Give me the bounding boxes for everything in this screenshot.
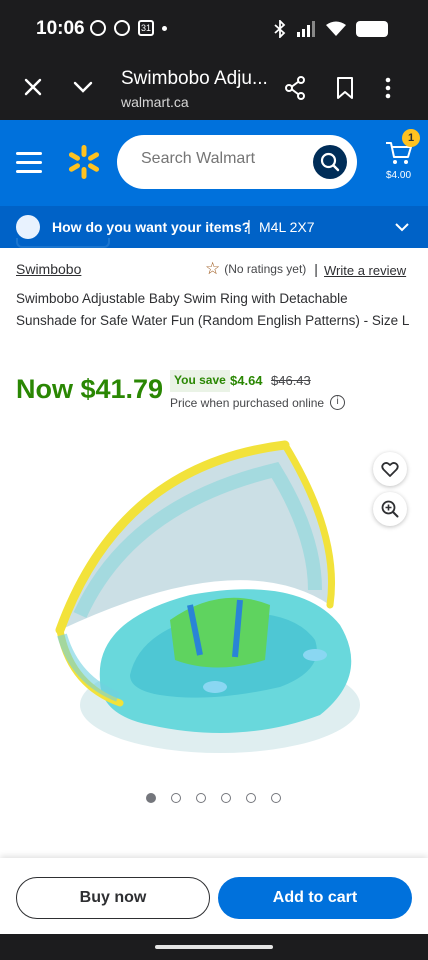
close-icon[interactable] xyxy=(22,76,44,98)
chevron-down-icon xyxy=(395,223,409,232)
bottom-action-bar: Buy now Add to cart xyxy=(0,858,428,934)
ratings-text: (No ratings yet) xyxy=(224,262,307,276)
chevron-down-icon[interactable] xyxy=(72,76,94,98)
postal-code: M4L 2X7 xyxy=(259,219,315,235)
status-time: 10:06 xyxy=(36,18,85,39)
status-bar: 10:06 31 xyxy=(0,0,428,58)
system-nav-bar xyxy=(0,934,428,960)
zoom-button[interactable] xyxy=(373,492,407,526)
share-icon[interactable] xyxy=(284,76,306,100)
wifi-icon xyxy=(326,21,346,36)
site-header: 1 $4.00 xyxy=(0,120,428,206)
rating-summary: ☆ (No ratings yet) | xyxy=(205,259,324,278)
carousel-dot[interactable] xyxy=(146,793,156,803)
carousel-dot[interactable] xyxy=(221,793,231,803)
chat-icon xyxy=(114,20,130,36)
search-icon xyxy=(320,152,340,172)
notification-icons: 31 xyxy=(90,20,167,36)
page-title[interactable]: Swimbobo Adju... xyxy=(121,68,268,90)
carousel-dot[interactable] xyxy=(196,793,206,803)
whatsapp-icon xyxy=(90,20,106,36)
rating-separator: | xyxy=(314,261,318,277)
write-review-link[interactable]: Write a review xyxy=(324,263,406,278)
signal-icon xyxy=(297,21,315,37)
battery-icon xyxy=(356,21,388,37)
brand-link[interactable]: Swimbobo xyxy=(16,261,81,277)
price-note: Price when purchased online i xyxy=(170,395,346,410)
price-note-text: Price when purchased online xyxy=(170,395,325,410)
page-url[interactable]: walmart.ca xyxy=(121,94,189,110)
zoom-in-icon xyxy=(381,500,399,518)
star-icon: ☆ xyxy=(205,259,221,278)
more-notifications-dot xyxy=(162,25,167,31)
delivery-question: How do you want your items? xyxy=(52,219,251,235)
cart-count-badge: 1 xyxy=(402,129,420,147)
search-input[interactable] xyxy=(141,150,311,168)
bluetooth-icon xyxy=(274,20,286,38)
carousel-dot[interactable] xyxy=(246,793,256,803)
product-image[interactable] xyxy=(40,425,380,780)
add-to-cart-button[interactable]: Add to cart xyxy=(218,877,412,919)
system-icons xyxy=(274,20,388,38)
buy-now-button[interactable]: Buy now xyxy=(16,877,210,919)
image-carousel-dots xyxy=(146,793,281,803)
more-options-icon[interactable] xyxy=(384,76,392,100)
delivery-icon xyxy=(16,215,40,239)
carousel-dot[interactable] xyxy=(171,793,181,803)
info-icon[interactable]: i xyxy=(330,395,346,410)
search-box[interactable] xyxy=(117,135,357,189)
browser-toolbar: Swimbobo Adju... walmart.ca xyxy=(0,58,428,120)
menu-icon[interactable] xyxy=(16,152,42,179)
heart-icon xyxy=(381,462,399,477)
delivery-separator: | xyxy=(247,218,251,235)
product-title: Swimbobo Adjustable Baby Swim Ring with … xyxy=(16,291,410,328)
walmart-spark-logo[interactable] xyxy=(66,144,102,180)
home-gesture-handle[interactable] xyxy=(155,945,273,949)
search-button[interactable] xyxy=(313,145,347,179)
carousel-dot[interactable] xyxy=(271,793,281,803)
badge-stub xyxy=(16,238,110,248)
favorite-button[interactable] xyxy=(373,452,407,486)
save-amount: $4.64 xyxy=(230,373,263,388)
cart-total: $4.00 xyxy=(386,170,412,181)
you-save-badge: You save xyxy=(170,370,230,392)
cart-button[interactable]: 1 $4.00 xyxy=(382,129,420,188)
bookmark-icon[interactable] xyxy=(335,76,355,100)
was-price: $46.43 xyxy=(271,373,311,388)
calendar-icon: 31 xyxy=(138,20,154,36)
current-price: Now $41.79 xyxy=(16,374,164,404)
